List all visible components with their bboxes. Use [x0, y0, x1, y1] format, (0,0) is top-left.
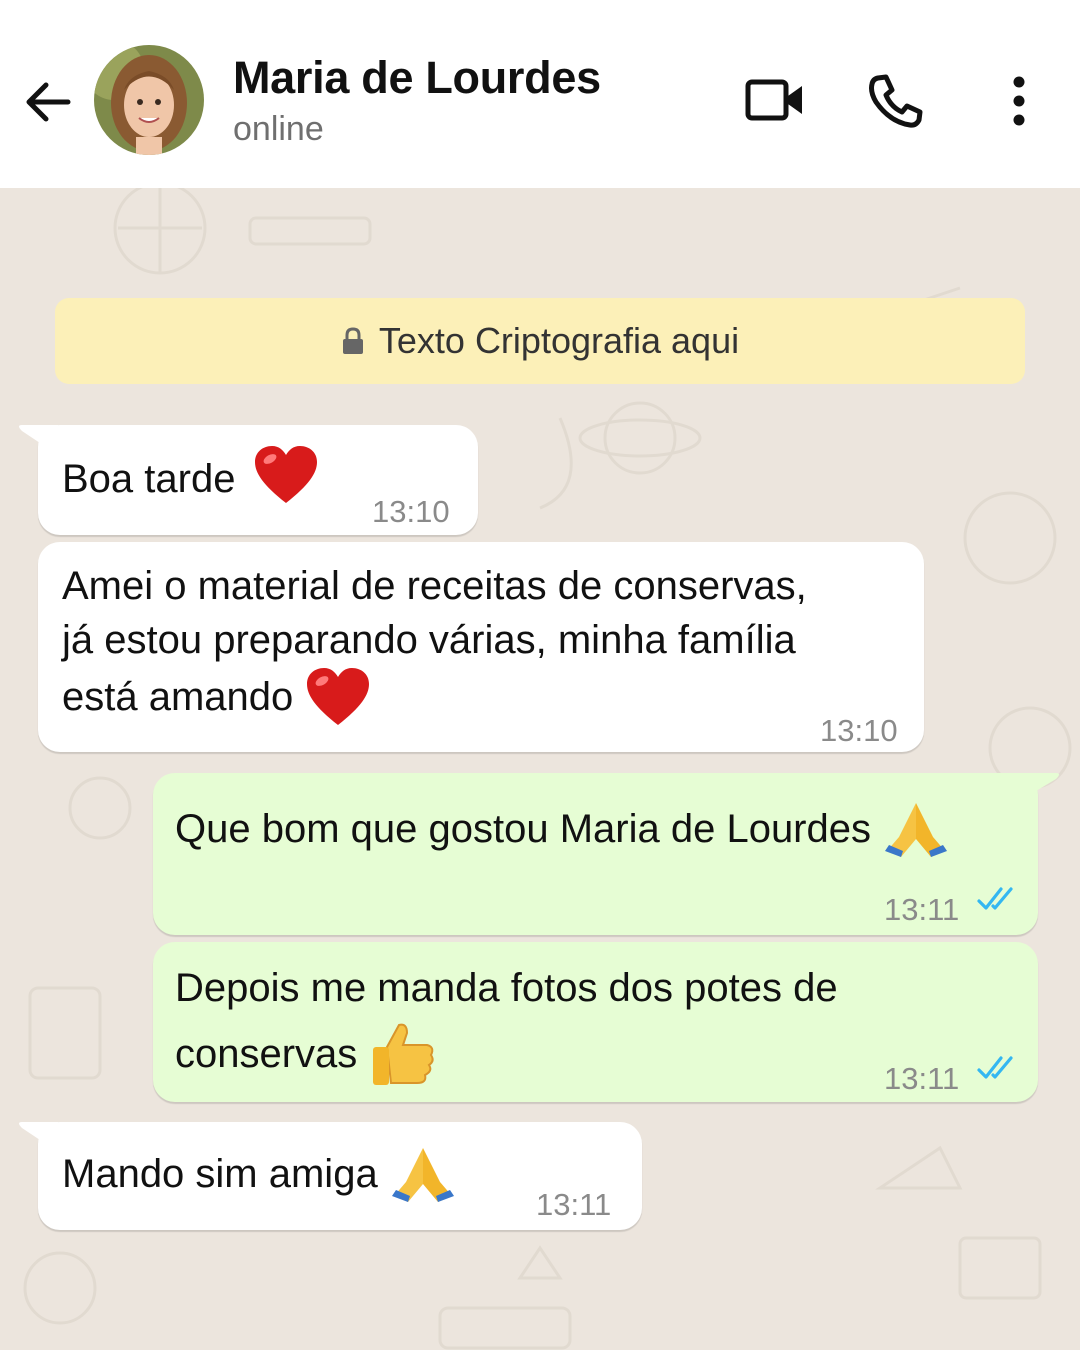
message-outgoing[interactable]: Que bom que gostou Maria de Lourdes 13:1…: [153, 773, 1059, 935]
message-outgoing[interactable]: Depois me manda fotos dos potes de conse…: [153, 942, 1038, 1102]
lock-icon: [342, 327, 363, 354]
folded-hands-icon: [391, 1148, 454, 1202]
message-time: 13:10: [820, 713, 898, 748]
message-line: está amando: [62, 675, 294, 719]
contact-name[interactable]: Maria de Lourdes: [233, 52, 601, 104]
message-time: 13:11: [536, 1187, 612, 1222]
encryption-banner[interactable]: Texto Criptografia aqui: [55, 298, 1025, 384]
message-incoming[interactable]: Boa tarde 13:10: [19, 425, 478, 535]
message-line: Amei o material de receitas de conservas…: [62, 564, 807, 608]
message-time: 13:10: [372, 494, 450, 529]
contact-status: online: [233, 110, 324, 148]
phone-call-icon[interactable]: [866, 72, 924, 130]
message-text: Que bom que gostou Maria de Lourdes: [175, 807, 871, 851]
message-line: Depois me manda fotos dos potes de: [175, 966, 838, 1010]
read-receipt-icon: [977, 887, 1013, 910]
message-time: 13:11: [884, 892, 960, 927]
bubble-tail: [19, 1122, 58, 1152]
message-text: Mando sim amiga: [62, 1152, 378, 1196]
bubble-tail: [1016, 773, 1059, 803]
more-options-icon[interactable]: [1004, 74, 1034, 128]
red-heart-icon: [307, 668, 370, 725]
back-arrow-icon[interactable]: [22, 76, 74, 128]
message-line: já estou preparando várias, minha famíli…: [62, 618, 796, 662]
red-heart-icon: [254, 446, 317, 504]
video-call-icon[interactable]: [744, 74, 806, 126]
message-incoming[interactable]: Amei o material de receitas de conservas…: [38, 542, 924, 752]
folded-hands-icon: [885, 803, 947, 857]
thumbs-up-icon: [373, 1023, 434, 1085]
chat-header: Maria de Lourdes online: [0, 0, 1080, 188]
message-line: conservas: [175, 1032, 358, 1076]
bubble-tail: [19, 425, 58, 455]
avatar[interactable]: [94, 45, 204, 155]
chat-area[interactable]: Texto Criptografia aqui Boa tarde 13:10 …: [0, 188, 1080, 1350]
message-incoming[interactable]: Mando sim amiga 13:11: [19, 1122, 642, 1230]
encryption-banner-text: Texto Criptografia aqui: [378, 320, 740, 361]
message-time: 13:11: [884, 1061, 960, 1096]
message-text: Boa tarde: [62, 457, 236, 501]
read-receipt-icon: [977, 1056, 1013, 1079]
